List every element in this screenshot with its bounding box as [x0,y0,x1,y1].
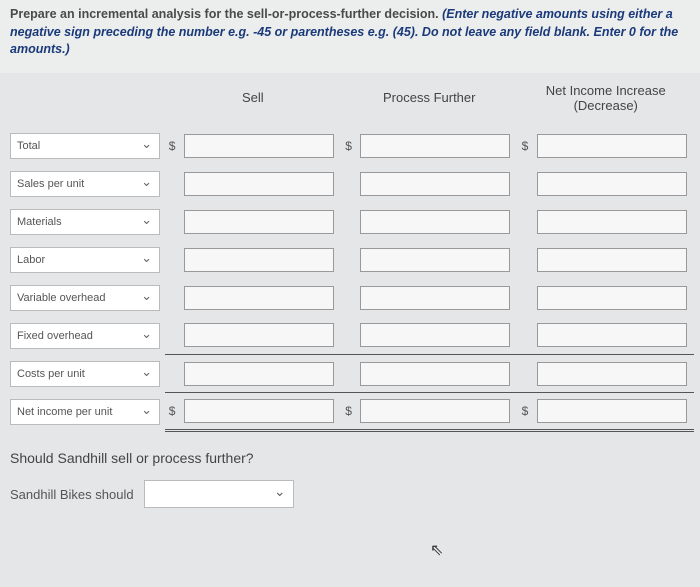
currency-symbol [517,355,532,393]
currency-symbol: $ [341,393,356,431]
currency-symbol: $ [517,393,532,431]
currency-symbol [517,241,532,279]
currency-symbol [517,203,532,241]
currency-symbol [341,355,356,393]
currency-symbol: $ [165,393,180,431]
analysis-table-wrap: Sell Process Further Net Income Increase… [0,73,700,433]
currency-symbol [165,241,180,279]
decision-label: Sandhill Bikes should [10,487,134,502]
analysis-table: Sell Process Further Net Income Increase… [6,73,694,433]
row-label-select[interactable]: Sales per unit [10,171,160,197]
value-input[interactable] [360,134,510,158]
value-input[interactable] [360,286,510,310]
table-row: Fixed overhead [6,317,694,355]
table-row: Net income per unit$$$ [6,393,694,431]
row-label-select[interactable]: Materials [10,209,160,235]
currency-symbol [165,165,180,203]
value-input[interactable] [537,248,687,272]
value-input[interactable] [184,248,334,272]
decision-question: Should Sandhill sell or process further? [0,432,700,474]
currency-symbol [165,355,180,393]
currency-symbol: $ [165,127,180,165]
value-input[interactable] [537,323,687,347]
row-label-select[interactable]: Total [10,133,160,159]
value-input[interactable] [184,172,334,196]
value-input[interactable] [360,210,510,234]
table-row: Variable overhead [6,279,694,317]
table-row: Labor [6,241,694,279]
value-input[interactable] [184,323,334,347]
value-input[interactable] [537,210,687,234]
value-input[interactable] [184,286,334,310]
currency-symbol [165,317,180,355]
currency-symbol [341,203,356,241]
currency-symbol: $ [341,127,356,165]
value-input[interactable] [537,172,687,196]
table-row: Materials [6,203,694,241]
currency-symbol [517,279,532,317]
row-label-select[interactable]: Variable overhead [10,285,160,311]
instruction-lead: Prepare an incremental analysis for the … [10,7,442,21]
value-input[interactable] [184,399,334,423]
value-input[interactable] [537,362,687,386]
currency-symbol [165,279,180,317]
value-input[interactable] [537,134,687,158]
currency-symbol [341,165,356,203]
currency-symbol [341,279,356,317]
value-input[interactable] [537,399,687,423]
currency-symbol [341,317,356,355]
value-input[interactable] [360,323,510,347]
value-input[interactable] [360,172,510,196]
value-input[interactable] [184,134,334,158]
currency-symbol [165,203,180,241]
header-row: Sell Process Further Net Income Increase… [6,73,694,127]
value-input[interactable] [360,399,510,423]
table-row: Costs per unit [6,355,694,393]
value-input[interactable] [537,286,687,310]
row-label-select[interactable]: Net income per unit [10,399,160,425]
value-input[interactable] [360,248,510,272]
row-label-select[interactable]: Fixed overhead [10,323,160,349]
cursor-icon: ⇖ [430,540,443,560]
value-input[interactable] [184,210,334,234]
value-input[interactable] [184,362,334,386]
currency-symbol [517,165,532,203]
instructions: Prepare an incremental analysis for the … [0,0,700,73]
table-row: Total$$$ [6,127,694,165]
currency-symbol [341,241,356,279]
row-label-select[interactable]: Labor [10,247,160,273]
row-label-select[interactable]: Costs per unit [10,361,160,387]
decision-row: Sandhill Bikes should [0,474,700,514]
currency-symbol: $ [517,127,532,165]
col-header-net: Net Income Increase (Decrease) [517,73,694,127]
decision-select[interactable] [144,480,294,508]
col-header-process: Process Further [341,73,517,127]
value-input[interactable] [360,362,510,386]
table-row: Sales per unit [6,165,694,203]
col-header-sell: Sell [165,73,341,127]
currency-symbol [517,317,532,355]
